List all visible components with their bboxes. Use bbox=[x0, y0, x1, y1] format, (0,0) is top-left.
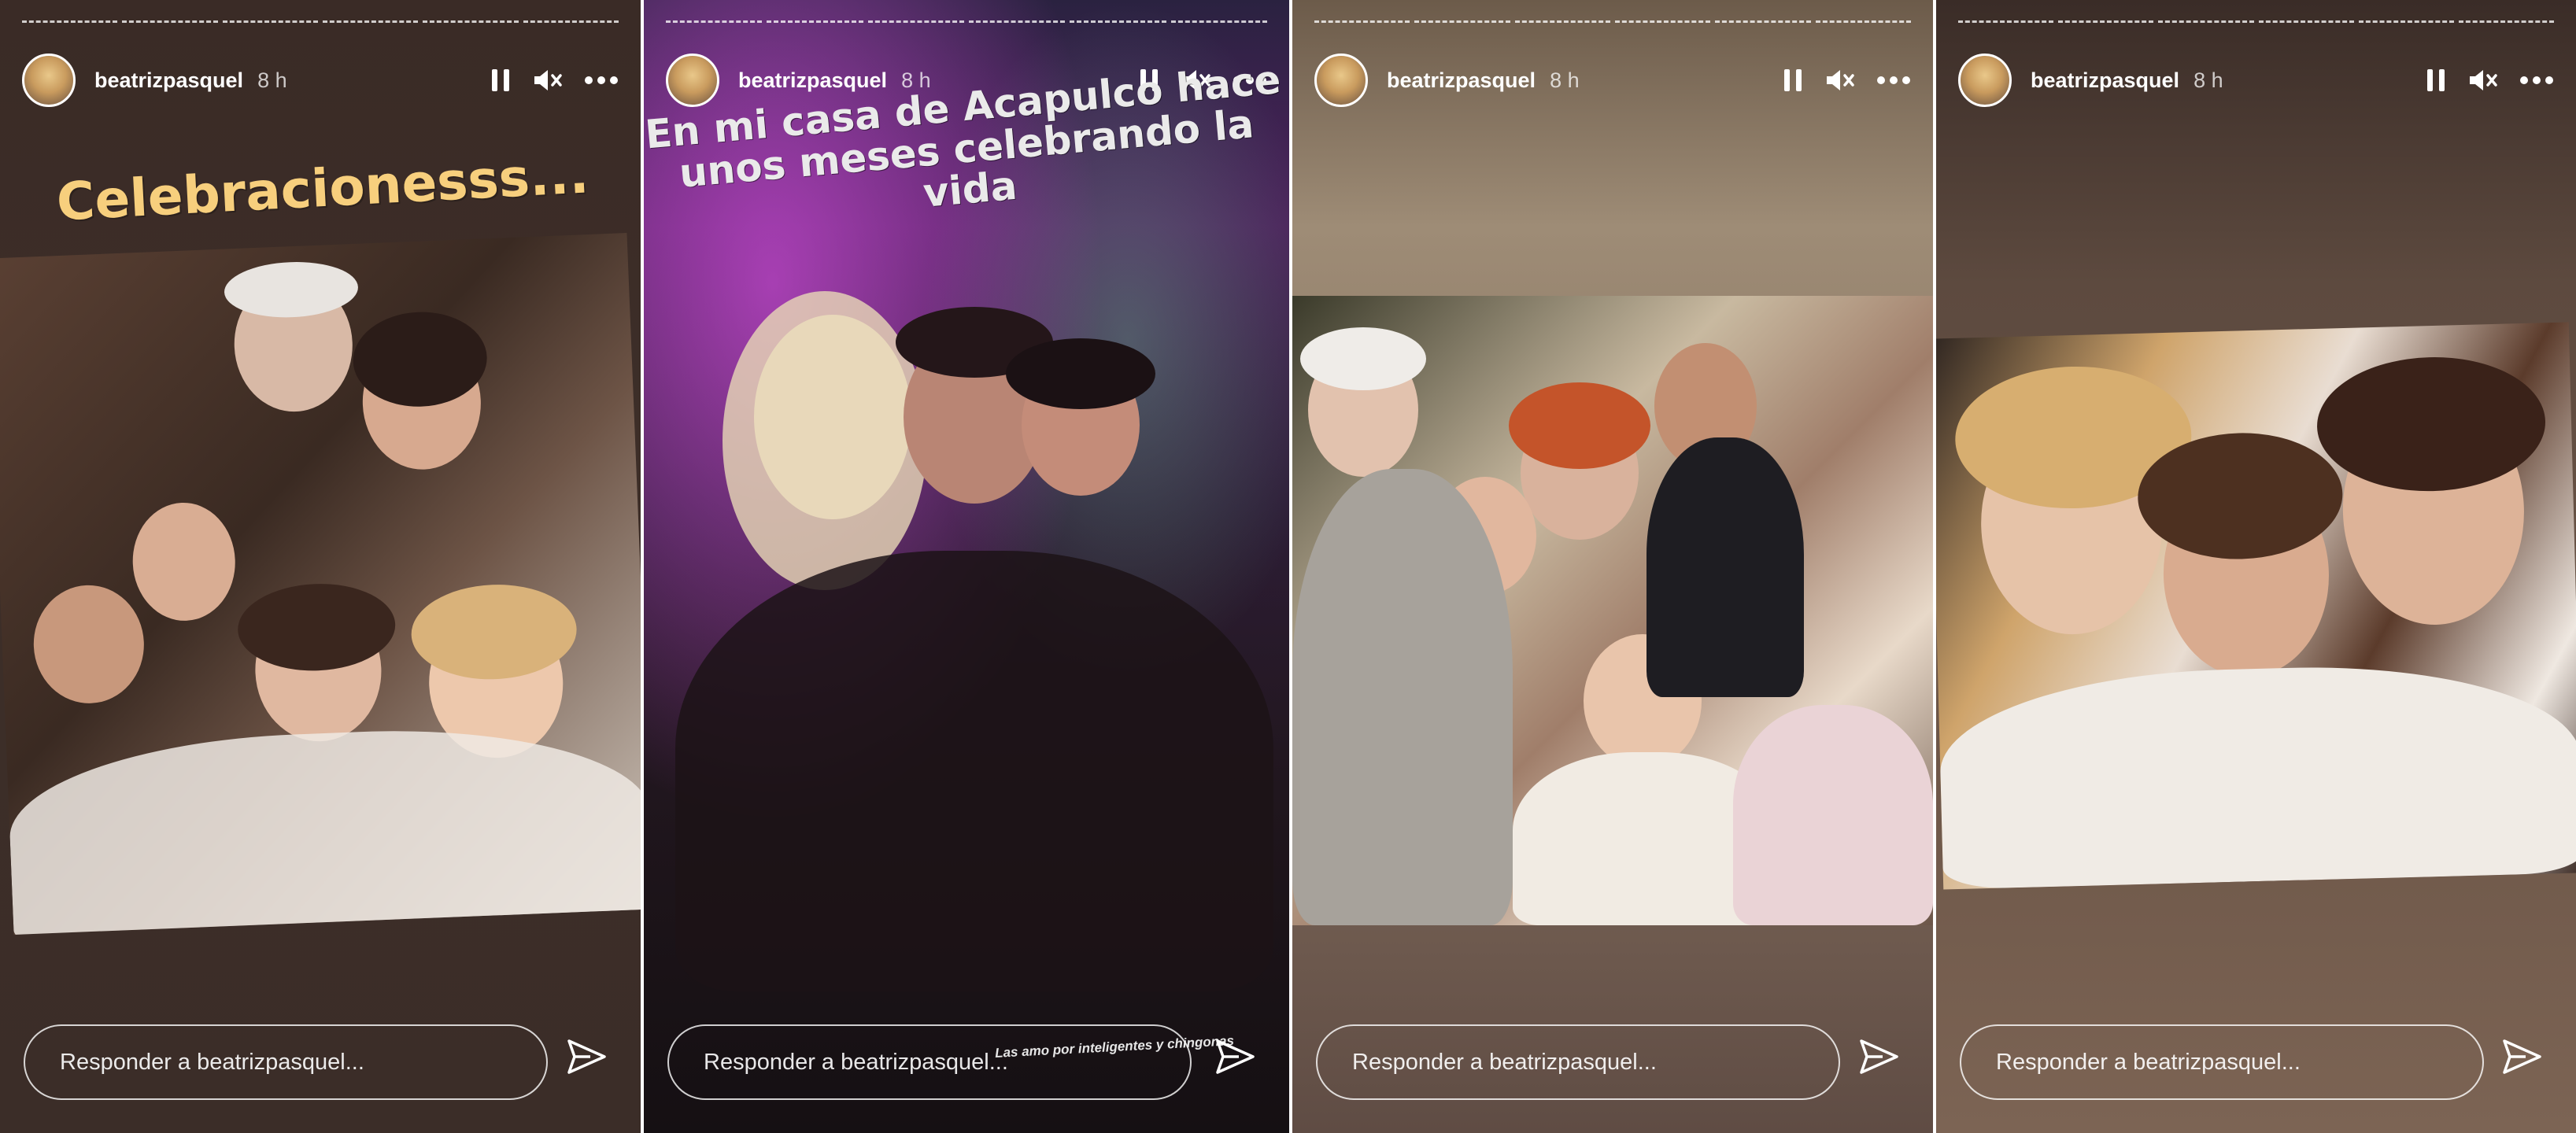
pause-icon[interactable] bbox=[2425, 68, 2447, 93]
username[interactable]: beatrizpasquel bbox=[1387, 68, 1536, 93]
avatar[interactable] bbox=[1958, 54, 2012, 107]
more-horizontal-icon[interactable] bbox=[584, 76, 619, 85]
progress-bar bbox=[1958, 20, 2555, 27]
progress-bar bbox=[1314, 20, 1911, 27]
volume-mute-icon[interactable] bbox=[532, 67, 564, 94]
reply-input[interactable]: Responder a beatrizpasquel... bbox=[1316, 1024, 1840, 1100]
timestamp: 8 h bbox=[257, 68, 287, 92]
avatar[interactable] bbox=[22, 54, 76, 107]
send-icon[interactable] bbox=[2502, 1038, 2543, 1079]
story-photo bbox=[1936, 322, 2576, 890]
progress-bar bbox=[666, 20, 1267, 27]
pause-icon[interactable] bbox=[1782, 68, 1804, 93]
reply-input[interactable]: Responder a beatrizpasquel... bbox=[1960, 1024, 2484, 1100]
story-header: beatrizpasquel 8 h bbox=[22, 49, 619, 112]
story-panel-1[interactable]: beatrizpasquel 8 h Celebracionesss... Re… bbox=[0, 0, 641, 1133]
avatar[interactable] bbox=[1314, 54, 1368, 107]
story-photo bbox=[1292, 296, 1933, 925]
volume-mute-icon[interactable] bbox=[1824, 67, 1856, 94]
progress-bar bbox=[22, 20, 619, 27]
story-header: beatrizpasquel 8 h bbox=[1958, 49, 2554, 112]
story-caption: Celebracionesss... bbox=[55, 144, 590, 233]
story-panel-4[interactable]: beatrizpasquel 8 h Responder a beatrizpa… bbox=[1936, 0, 2576, 1133]
username[interactable]: beatrizpasquel bbox=[94, 68, 243, 93]
story-panel-3[interactable]: beatrizpasquel 8 h Responder a beatrizpa… bbox=[1292, 0, 1933, 1133]
pause-icon[interactable] bbox=[490, 68, 512, 93]
more-horizontal-icon[interactable] bbox=[1876, 76, 1911, 85]
send-icon[interactable] bbox=[1859, 1038, 1900, 1079]
timestamp: 8 h bbox=[1550, 68, 1580, 92]
avatar[interactable] bbox=[666, 54, 719, 107]
story-panel-2[interactable]: beatrizpasquel 8 h En mi casa de Acapulc… bbox=[644, 0, 1289, 1133]
timestamp: 8 h bbox=[2193, 68, 2223, 92]
send-icon[interactable] bbox=[1215, 1038, 1256, 1079]
reply-input[interactable]: Responder a beatrizpasquel... bbox=[24, 1024, 548, 1100]
send-icon[interactable] bbox=[567, 1038, 608, 1079]
more-horizontal-icon[interactable] bbox=[2519, 76, 2554, 85]
reply-input[interactable]: Responder a beatrizpasquel... bbox=[667, 1024, 1192, 1100]
story-photo bbox=[0, 233, 641, 935]
username[interactable]: beatrizpasquel bbox=[738, 68, 887, 93]
volume-mute-icon[interactable] bbox=[2467, 67, 2499, 94]
username[interactable]: beatrizpasquel bbox=[2031, 68, 2179, 93]
story-header: beatrizpasquel 8 h bbox=[1314, 49, 1911, 112]
